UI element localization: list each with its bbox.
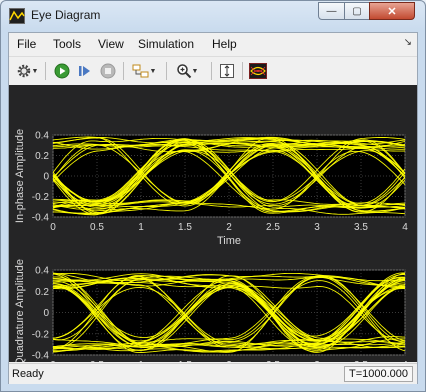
settings-button[interactable]: ▼ [13,62,41,80]
x-tick-label: 4 [402,360,408,362]
y-tick-label: -0.2 [32,192,50,203]
layout-button[interactable]: ▼ [129,62,159,80]
toolbar-separator [45,62,46,80]
toolbar-separator [123,62,124,80]
x-axis-label: Time [217,235,241,247]
simulation-time: T=1000.000 [343,366,413,382]
zoom-in-icon [176,64,191,79]
eye-measurements-button[interactable] [248,62,268,80]
eye-plot-panel: 0.40.20-0.2-0.400.511.522.533.54TimeQuad… [14,259,408,362]
x-tick-label: 2.5 [266,360,280,362]
y-tick-label: 0.4 [35,131,49,142]
x-tick-label: 3.5 [354,222,368,233]
x-tick-label: 0 [50,360,56,362]
title-bar[interactable]: Eye Diagram — ▢ ✕ [1,1,425,31]
y-tick-label: 0 [43,308,49,319]
scale-axes-button[interactable] [217,62,237,80]
x-tick-label: 0 [50,222,56,233]
zoom-button[interactable]: ▼ [172,62,202,80]
status-bar: Ready T=1000.000 [9,363,417,384]
x-tick-label: 3 [314,360,320,362]
step-forward-button[interactable] [75,62,95,80]
y-tick-label: 0 [43,172,49,183]
eye-measure-icon [249,63,267,79]
toolbar-separator [166,62,167,80]
x-tick-label: 1.5 [178,360,192,362]
y-tick-label: 0.2 [35,287,49,298]
y-tick-label: -0.4 [32,213,50,224]
menu-bar: File Tools View Simulation Help ↘ [9,33,417,55]
menu-file[interactable]: File [17,37,36,51]
toolbar: ▼ ▼ ▼ [9,56,417,86]
y-tick-label: 0.2 [35,151,49,162]
toolbar-separator [242,62,243,80]
eye-plot-panel: 0.40.20-0.2-0.40 0.5 1 1.5 2 2.5 3 3.5 4TimeIn-p… [14,129,408,247]
client-area: File Tools View Simulation Help ↘ ▼ ▼ ▼ … [8,32,418,384]
x-tick-label: 3.5 [354,360,368,362]
gear-icon [17,64,30,78]
chevron-down-icon: ▼ [31,67,39,75]
layout-icon [132,64,149,78]
eye-diagram-window: Eye Diagram — ▢ ✕ File Tools View Simula… [0,0,426,392]
y-tick-label: 0.4 [35,266,49,277]
eye-diagram-plots: 0.40.20-0.2-0.40 0.5 1 1.5 2 2.5 3 3.5 4TimeIn-p… [14,129,408,362]
x-tick-label: 1 [138,222,144,233]
menu-view[interactable]: View [98,37,124,51]
scope-app-icon [9,8,25,24]
dock-arrow-icon[interactable]: ↘ [404,37,412,48]
x-tick-label: 3 [314,222,320,233]
menu-help[interactable]: Help [212,37,237,51]
stop-icon [100,63,116,79]
x-tick-label: 1 [138,360,144,362]
y-axis-label: Quadrature Amplitude [14,259,26,362]
y-axis-label: In-phase Amplitude [14,129,26,223]
menu-simulation[interactable]: Simulation [138,37,194,51]
run-button[interactable] [52,62,72,80]
step-forward-icon [79,66,90,76]
x-tick-label: 0.5 [90,222,104,233]
close-button[interactable]: ✕ [369,2,415,20]
x-tick-label: 1.5 [178,222,192,233]
x-tick-label: 2 [226,222,232,233]
scale-axes-icon [220,64,234,78]
scope-display: 0.4 0.2 0 -0.2 -0.4 0 0.5 1 1.5 2 2.5 3 3.5 4 Time In-p… [9,85,417,362]
minimize-button[interactable]: — [318,2,345,20]
x-tick-label: 4 [402,222,408,233]
window-title: Eye Diagram [31,8,101,22]
x-tick-label: 0.5 [90,360,104,362]
run-icon [54,63,70,79]
chevron-down-icon: ▼ [149,67,157,75]
chevron-down-icon: ▼ [191,67,199,75]
status-text: Ready [12,368,44,380]
menu-tools[interactable]: Tools [53,37,81,51]
x-tick-label: 2.5 [266,222,280,233]
stop-button[interactable] [98,62,118,80]
x-tick-label: 2 [226,360,232,362]
y-tick-label: -0.4 [32,351,50,362]
toolbar-separator [211,62,212,80]
y-tick-label: -0.2 [32,329,50,340]
maximize-button[interactable]: ▢ [344,2,370,20]
